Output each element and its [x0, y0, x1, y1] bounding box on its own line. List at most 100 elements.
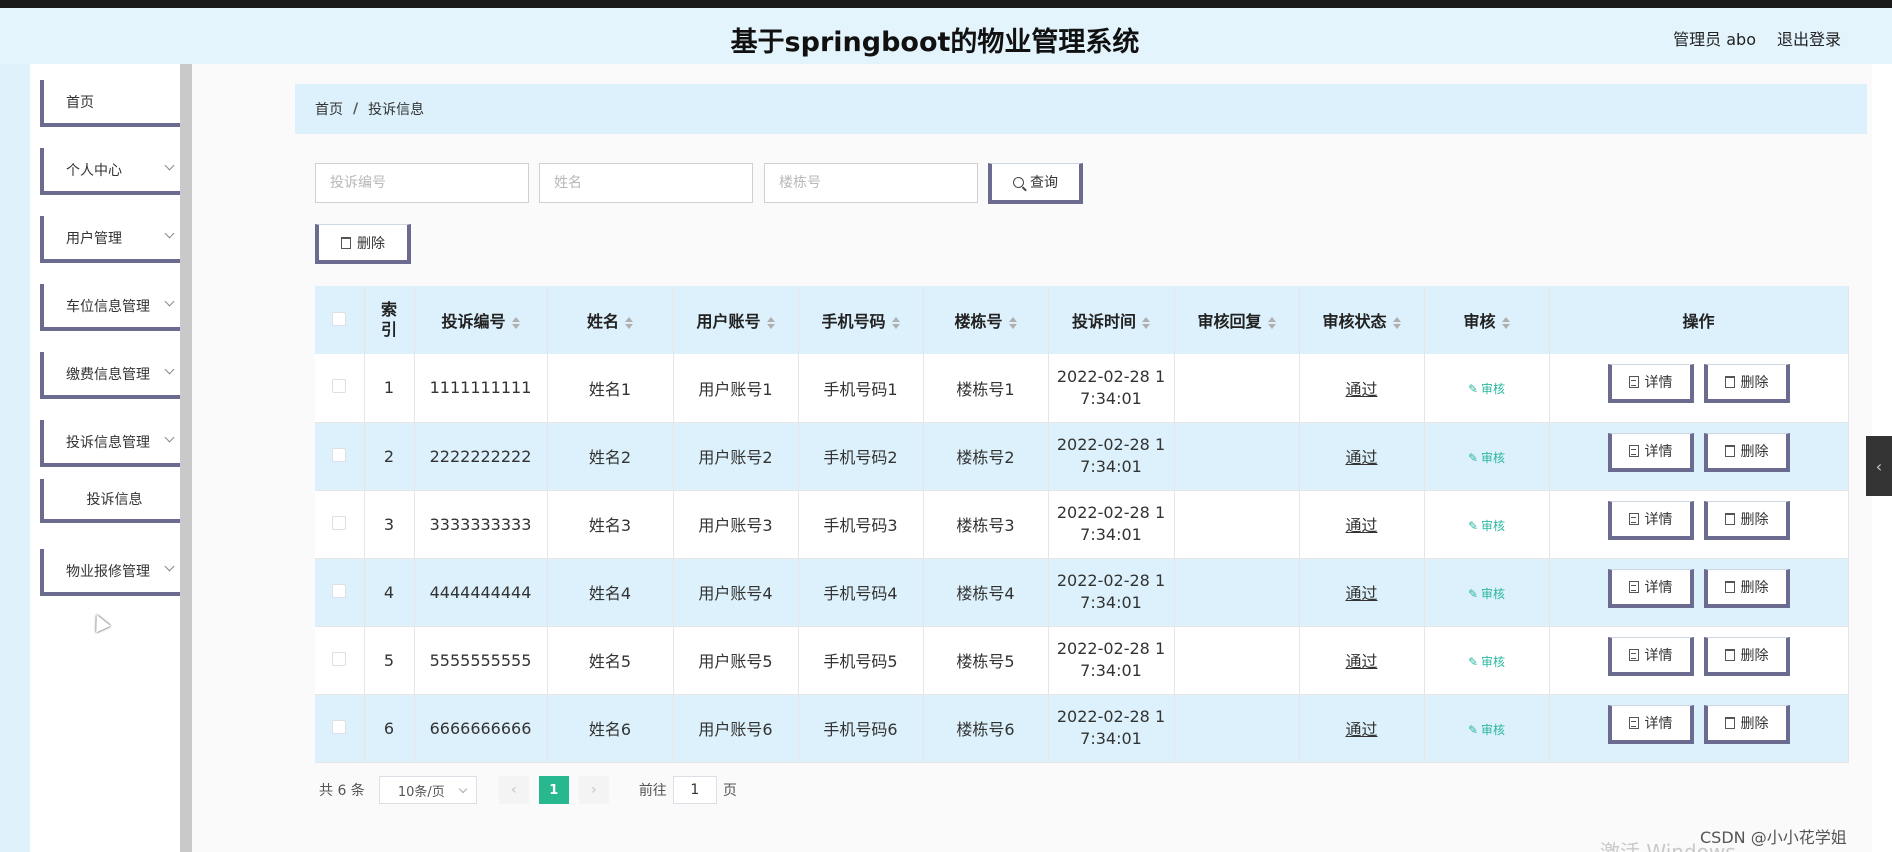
cell-index: 3 — [364, 490, 415, 559]
chevron-left-icon: ‹ — [511, 782, 517, 798]
header-complaint-no[interactable]: 投诉编号 — [414, 286, 548, 354]
row-delete-button[interactable]: 删除 — [1703, 636, 1790, 676]
row-select[interactable] — [315, 422, 365, 491]
sort-icon[interactable] — [625, 316, 633, 329]
sidebar-item-profile[interactable]: 个人中心 — [40, 148, 189, 195]
document-icon — [1628, 716, 1639, 729]
pagination: 共 6 条 10条/页 ‹ 1 › 前往 1 页 — [319, 776, 737, 804]
trash-icon — [1724, 512, 1735, 525]
audit-link[interactable]: ✎ 审核 — [1468, 451, 1505, 465]
sort-icon[interactable] — [1142, 316, 1150, 329]
logout-link[interactable]: 退出登录 — [1777, 26, 1841, 50]
sort-icon[interactable] — [511, 316, 520, 329]
document-icon — [1628, 580, 1639, 593]
sort-icon[interactable] — [1008, 316, 1017, 329]
sidebar-item-repair-management[interactable]: 物业报修管理 — [40, 549, 189, 596]
window-top-strip — [0, 0, 1892, 8]
breadcrumb-home[interactable]: 首页 — [315, 99, 343, 119]
audit-link[interactable]: ✎ 审核 — [1468, 587, 1505, 601]
audit-link[interactable]: ✎ 审核 — [1468, 382, 1505, 396]
header-select-all[interactable] — [315, 286, 365, 354]
trash-icon — [341, 236, 351, 249]
row-select[interactable] — [315, 354, 365, 423]
sidebar-item-complaint-management[interactable]: 投诉信息管理 — [40, 420, 189, 467]
detail-button[interactable]: 详情 — [1607, 704, 1694, 744]
chevron-down-icon — [164, 561, 175, 572]
header-building[interactable]: 楼栋号 — [923, 286, 1049, 354]
side-panel-toggle[interactable]: ‹ — [1866, 436, 1892, 496]
row-select[interactable] — [315, 626, 365, 695]
row-checkbox[interactable] — [332, 583, 347, 598]
batch-delete-button[interactable]: 删除 — [315, 224, 411, 264]
row-delete-button[interactable]: 删除 — [1703, 432, 1790, 472]
header-time[interactable]: 投诉时间 — [1048, 286, 1175, 354]
detail-button[interactable]: 详情 — [1607, 432, 1694, 472]
cell-audit: ✎ 审核 — [1424, 558, 1550, 627]
header-audit[interactable]: 审核 — [1424, 286, 1550, 354]
time-clock: 7:34:01 — [1080, 729, 1142, 748]
sidebar-subitem-complaint-info[interactable]: 投诉信息 — [40, 479, 189, 523]
page-size-select[interactable]: 10条/页 — [378, 776, 477, 804]
row-delete-button[interactable]: 删除 — [1703, 364, 1790, 404]
status-link[interactable]: 通过 — [1345, 516, 1377, 535]
row-checkbox[interactable] — [332, 651, 347, 666]
status-link[interactable]: 通过 — [1345, 584, 1377, 603]
edit-icon: ✎ — [1467, 586, 1479, 601]
audit-link[interactable]: ✎ 审核 — [1468, 655, 1505, 669]
sidebar-scrollbar[interactable] — [180, 64, 192, 852]
status-link[interactable]: 通过 — [1345, 448, 1377, 467]
page-number-current[interactable]: 1 — [538, 776, 569, 804]
row-select[interactable] — [315, 694, 365, 763]
cell-phone: 手机号码6 — [798, 694, 924, 763]
name-input[interactable] — [539, 163, 753, 203]
sort-icon[interactable] — [891, 316, 900, 329]
prev-page-button[interactable]: ‹ — [498, 776, 529, 804]
sort-icon[interactable] — [1267, 316, 1276, 329]
row-delete-label: 删除 — [1740, 443, 1769, 460]
building-input[interactable] — [764, 163, 978, 203]
detail-label: 详情 — [1644, 375, 1673, 392]
header-reply[interactable]: 审核回复 — [1174, 286, 1300, 354]
goto-page-input[interactable]: 1 — [672, 776, 717, 804]
sort-icon[interactable] — [1501, 316, 1510, 329]
audit-link[interactable]: ✎ 审核 — [1468, 519, 1505, 533]
header-status[interactable]: 审核状态 — [1299, 286, 1425, 354]
detail-button[interactable]: 详情 — [1607, 568, 1694, 608]
sidebar-item-parking-management[interactable]: 车位信息管理 — [40, 284, 189, 331]
row-select[interactable] — [315, 490, 365, 559]
detail-button[interactable]: 详情 — [1607, 364, 1694, 404]
cell-name: 姓名6 — [547, 694, 674, 763]
row-delete-button[interactable]: 删除 — [1703, 704, 1790, 744]
row-checkbox[interactable] — [332, 447, 347, 462]
header-phone[interactable]: 手机号码 — [798, 286, 924, 354]
select-all-checkbox[interactable] — [332, 311, 347, 326]
detail-button[interactable]: 详情 — [1607, 500, 1694, 540]
complaint-no-input[interactable] — [315, 163, 529, 203]
row-delete-button[interactable]: 删除 — [1703, 568, 1790, 608]
detail-button[interactable]: 详情 — [1607, 636, 1694, 676]
row-select[interactable] — [315, 558, 365, 627]
cell-status: 通过 — [1299, 422, 1425, 491]
row-checkbox[interactable] — [332, 515, 347, 530]
query-button[interactable]: 查询 — [988, 163, 1083, 204]
table-row: 4 4444444444 姓名4 用户账号4 手机号码4 楼栋号4 2022-02-28 1… — [315, 558, 1849, 627]
header-name[interactable]: 姓名 — [547, 286, 674, 354]
time-clock: 7:34:01 — [1080, 388, 1142, 408]
status-link[interactable]: 通过 — [1345, 652, 1377, 671]
sidebar-item-payment-management[interactable]: 缴费信息管理 — [40, 352, 189, 399]
status-link[interactable]: 通过 — [1345, 720, 1377, 739]
status-link[interactable]: 通过 — [1345, 380, 1377, 399]
row-checkbox[interactable] — [332, 379, 347, 394]
sidebar-item-home[interactable]: 首页 — [40, 80, 189, 127]
sort-icon[interactable] — [766, 316, 775, 329]
audit-link[interactable]: ✎ 审核 — [1468, 723, 1505, 737]
sidebar-item-user-management[interactable]: 用户管理 — [40, 216, 189, 263]
row-checkbox[interactable] — [332, 719, 347, 734]
cell-index: 2 — [364, 422, 415, 491]
header-index: 索引 — [364, 286, 415, 354]
next-page-button[interactable]: › — [578, 776, 609, 804]
row-delete-button[interactable]: 删除 — [1703, 500, 1790, 540]
header-account[interactable]: 用户账号 — [673, 286, 799, 354]
sort-icon[interactable] — [1392, 316, 1401, 329]
cell-building: 楼栋号3 — [923, 490, 1049, 559]
